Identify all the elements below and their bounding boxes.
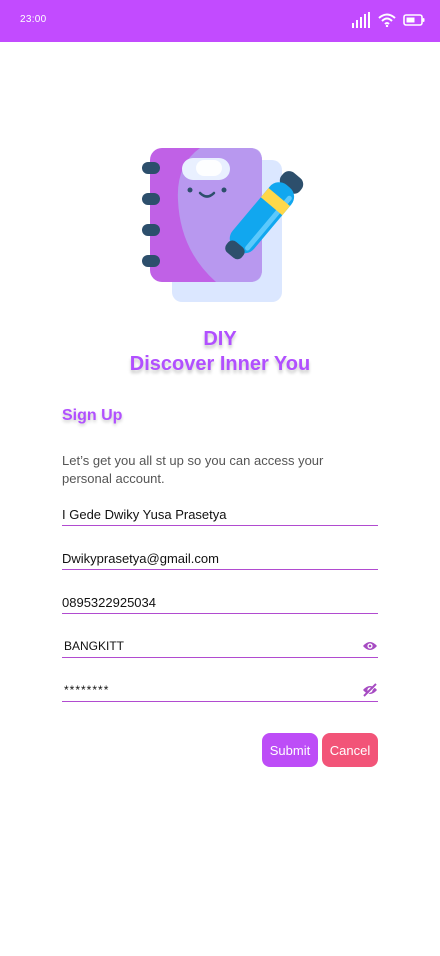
password-field (62, 636, 378, 658)
battery-icon (403, 14, 425, 26)
phone-input[interactable] (62, 592, 352, 612)
submit-button[interactable]: Submit (262, 733, 318, 767)
app-title: DIY (203, 328, 237, 350)
app-subtitle: Discover Inner You (129, 353, 311, 375)
status-time: 23:00 (20, 14, 47, 25)
confirm-password-input[interactable] (64, 680, 354, 700)
eye-icon[interactable] (362, 639, 378, 653)
status-icons (351, 12, 425, 28)
wifi-icon (378, 13, 396, 27)
signup-heading: Sign Up (62, 407, 123, 424)
full-name-field (62, 504, 378, 526)
full-name-input[interactable] (62, 504, 352, 524)
confirm-password-field (62, 680, 378, 702)
signup-description: Let’s get you all st up so you can acces… (62, 453, 324, 486)
password-input[interactable] (64, 636, 354, 656)
email-input[interactable] (62, 548, 352, 568)
status-bar: 23:00 (0, 0, 440, 42)
email-field (62, 548, 378, 570)
phone-field (62, 592, 378, 614)
eye-off-icon[interactable] (362, 683, 378, 697)
cancel-button[interactable]: Cancel (322, 733, 378, 767)
signal-icon (352, 12, 370, 28)
notebook-pen-illustration (142, 148, 304, 302)
